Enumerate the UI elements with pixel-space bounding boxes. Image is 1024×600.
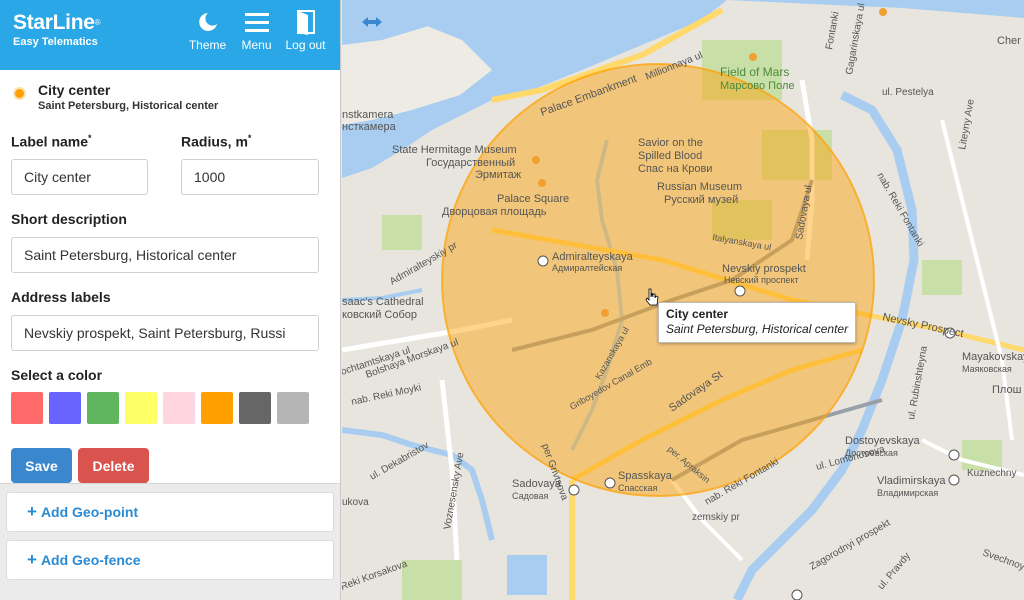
brand-name: StarLine: [13, 11, 95, 34]
svg-text:Эрмитаж: Эрмитаж: [475, 169, 522, 181]
svg-text:Nevskiy prospekt: Nevskiy prospekt: [722, 263, 806, 275]
svg-text:Savior on the: Savior on the: [638, 137, 703, 149]
expand-map-icon[interactable]: [360, 16, 384, 28]
svg-text:Владимирская: Владимирская: [877, 488, 938, 498]
svg-text:Садовая: Садовая: [512, 491, 549, 501]
svg-text:Mayakovskaya: Mayakovskaya: [962, 351, 1024, 363]
svg-text:Palace Square: Palace Square: [497, 193, 569, 205]
add-geo-point-button[interactable]: + Add Geo-point: [6, 492, 334, 532]
svg-text:Field of Mars: Field of Mars: [720, 65, 789, 79]
svg-text:нсткамера: нсткамера: [342, 121, 397, 133]
theme-label: Theme: [188, 38, 227, 52]
map-view[interactable]: Field of Mars Марсово Поле Millionnaya u…: [342, 0, 1024, 600]
svg-text:Spilled Blood: Spilled Blood: [638, 150, 702, 162]
svg-text:Russian Museum: Russian Museum: [657, 181, 742, 193]
color-swatch-5[interactable]: [163, 392, 195, 424]
svg-text:Спас на Крови: Спас на Крови: [638, 163, 712, 175]
svg-text:ковский Собор: ковский Собор: [342, 309, 417, 321]
tooltip-title: City center: [666, 307, 729, 321]
color-label: Select a color: [11, 367, 103, 383]
svg-text:Дворцовая площадь: Дворцовая площадь: [442, 206, 547, 218]
brand-logo: StarLine® Easy Telematics: [13, 11, 101, 48]
color-swatch-1[interactable]: [11, 392, 43, 424]
short-description-label: Short description: [11, 211, 127, 227]
moon-icon: [183, 7, 232, 37]
svg-text:Маяковская: Маяковская: [962, 364, 1012, 374]
trademark-mark: ®: [94, 18, 101, 27]
svg-text:ul. Pestelya: ul. Pestelya: [882, 87, 934, 98]
radius-label: Radius, m*: [181, 133, 252, 150]
color-swatch-3[interactable]: [87, 392, 119, 424]
hamburger-icon: [232, 7, 281, 37]
door-exit-icon: [281, 7, 330, 37]
short-description-input[interactable]: [11, 237, 319, 273]
map-tooltip: City center Saint Petersburg, Historical…: [658, 302, 857, 343]
geo-point-editor: City center Saint Petersburg, Historical…: [0, 70, 340, 484]
svg-text:Cher: Cher: [997, 35, 1021, 47]
radius-input[interactable]: [181, 159, 319, 195]
svg-text:State Hermitage Museum: State Hermitage Museum: [392, 144, 517, 156]
top-bar: StarLine® Easy Telematics Theme Menu Log…: [0, 0, 340, 70]
brand-subtitle: Easy Telematics: [13, 36, 98, 48]
plus-icon: +: [27, 550, 37, 569]
menu-button[interactable]: Menu: [232, 7, 281, 52]
svg-text:Sadovaya: Sadovaya: [512, 478, 562, 490]
cursor-pointer-icon: [645, 288, 659, 306]
logout-button[interactable]: Log out: [281, 7, 330, 52]
plus-icon: +: [27, 502, 37, 521]
add-geo-fence-label: Add Geo-fence: [40, 552, 141, 568]
point-color-dot: [15, 89, 24, 98]
point-title: City center: [38, 82, 111, 98]
svg-text:Vladimirskaya: Vladimirskaya: [877, 475, 946, 487]
point-subtitle: Saint Petersburg, Historical center: [38, 100, 219, 112]
menu-label: Menu: [241, 38, 272, 52]
logout-label: Log out: [285, 38, 326, 52]
label-name-input[interactable]: [11, 159, 148, 195]
save-button[interactable]: Save: [11, 448, 72, 483]
svg-text:Марсово Поле: Марсово Поле: [720, 80, 794, 92]
delete-button[interactable]: Delete: [78, 448, 149, 483]
svg-text:Невский проспект: Невский проспект: [724, 275, 799, 285]
tooltip-subtitle: Saint Petersburg, Historical center: [666, 322, 849, 336]
svg-text:zemskiy pr: zemskiy pr: [692, 512, 740, 523]
color-swatch-4[interactable]: [125, 392, 157, 424]
geo-fence-circle[interactable]: [441, 63, 875, 497]
add-geo-point-label: Add Geo-point: [40, 504, 139, 520]
svg-text:ukova: ukova: [342, 497, 369, 508]
address-labels-input[interactable]: [11, 315, 319, 351]
svg-text:Адмиралтейская: Адмиралтейская: [552, 263, 622, 273]
svg-text:Русский музей: Русский музей: [664, 194, 738, 206]
svg-text:Admiralteyskaya: Admiralteyskaya: [552, 251, 634, 263]
sidebar: StarLine® Easy Telematics Theme Menu Log…: [0, 0, 341, 600]
svg-text:Spasskaya: Spasskaya: [618, 470, 673, 482]
svg-text:Государственный: Государственный: [426, 157, 515, 169]
color-swatch-2[interactable]: [49, 392, 81, 424]
address-labels-label: Address labels: [11, 289, 111, 305]
color-swatch-8[interactable]: [277, 392, 309, 424]
top-nav: Theme Menu Log out: [183, 7, 330, 52]
color-swatch-6[interactable]: [201, 392, 233, 424]
svg-text:nstkamera: nstkamera: [342, 109, 394, 121]
color-picker: [11, 392, 329, 424]
svg-text:saac's Cathedral: saac's Cathedral: [342, 296, 424, 308]
add-geo-fence-button[interactable]: + Add Geo-fence: [6, 540, 334, 580]
svg-text:Спасская: Спасская: [618, 483, 658, 493]
map-canvas[interactable]: Field of Mars Марсово Поле Millionnaya u…: [342, 0, 1024, 600]
label-name-label: Label name*: [11, 133, 92, 150]
color-swatch-7[interactable]: [239, 392, 271, 424]
theme-button[interactable]: Theme: [183, 7, 232, 52]
point-header: City center Saint Petersburg, Historical…: [11, 82, 329, 113]
svg-text:Плош: Плош: [992, 384, 1022, 396]
svg-text:Kuznechny: Kuznechny: [967, 468, 1016, 479]
